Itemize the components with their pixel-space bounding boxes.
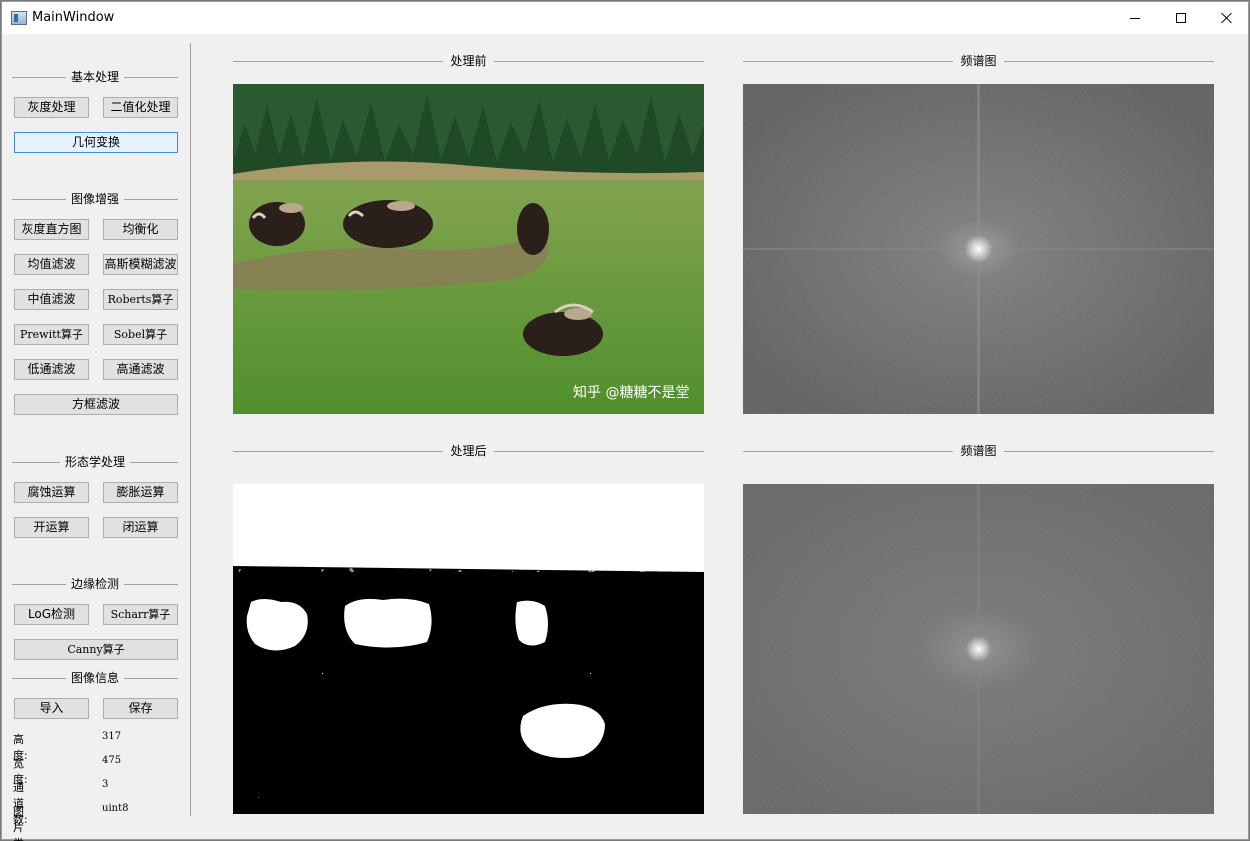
processed-image [233,484,704,814]
maximize-icon [1176,13,1186,23]
panel-label-before-spectrum: 频谱图 [953,54,1004,68]
equalize-button[interactable]: 均衡化 [103,219,178,240]
opening-button[interactable]: 开运算 [14,517,89,538]
panel-title-before-spectrum: 频谱图 [743,54,1214,68]
info-value: 317 [102,731,122,742]
log-detect-button[interactable]: LoG检测 [14,604,89,625]
panel-label-before: 处理前 [443,54,494,68]
canny-operator-button[interactable]: Canny算子 [14,639,178,660]
close-icon [1221,12,1233,24]
group-label-info: 图像信息 [65,671,124,685]
info-value: uint8 [102,803,129,814]
group-label-basic: 基本处理 [65,70,124,84]
title-bar: MainWindow [2,2,1248,34]
geometric-transform-button[interactable]: 几何变换 [14,132,178,153]
info-key: 图片类型: [13,805,24,841]
gray-histogram-button[interactable]: 灰度直方图 [14,219,89,240]
box-filter-button[interactable]: 方框滤波 [14,394,178,415]
splitter-handle[interactable] [190,43,191,816]
main-window: MainWindow 基本处理 灰度处理 二值化处理 几何变换 图像增强 灰度直… [1,1,1249,841]
app-window-icon [11,11,27,25]
mean-filter-button[interactable]: 均值滤波 [14,254,89,275]
group-title-morph: 形态学处理 [12,455,178,469]
watermark-text: 知乎 @糖糖不是堂 [573,384,689,401]
gaussian-blur-button[interactable]: 高斯模糊滤波 [103,254,178,275]
lowpass-filter-button[interactable]: 低通滤波 [14,359,89,380]
panel-title-after: 处理后 [233,444,704,458]
minimize-button[interactable] [1112,2,1158,34]
median-filter-button[interactable]: 中值滤波 [14,289,89,310]
panel-label-after: 处理后 [443,444,494,458]
panel-title-before: 处理前 [233,54,704,68]
info-value: 475 [102,755,122,766]
info-value: 3 [102,779,109,790]
import-button[interactable]: 导入 [14,698,89,719]
minimize-icon [1130,17,1140,19]
panel-label-after-spectrum: 频谱图 [953,444,1004,458]
original-image: 知乎 @糖糖不是堂 [233,84,704,414]
highpass-filter-button[interactable]: 高通滤波 [103,359,178,380]
save-button[interactable]: 保存 [103,698,178,719]
spectrum-before-image [743,84,1214,414]
roberts-operator-button[interactable]: Roberts算子 [103,289,178,310]
sobel-operator-button[interactable]: Sobel算子 [103,324,178,345]
close-button[interactable] [1204,2,1250,34]
group-title-info: 图像信息 [12,671,178,685]
binarize-button[interactable]: 二值化处理 [103,97,178,118]
erode-button[interactable]: 腐蚀运算 [14,482,89,503]
group-title-enhance: 图像增强 [12,192,178,206]
grayscale-button[interactable]: 灰度处理 [14,97,89,118]
scharr-operator-button[interactable]: Scharr算子 [103,604,178,625]
group-title-edge: 边缘检测 [12,577,178,591]
spectrum-after-image [743,484,1214,814]
maximize-button[interactable] [1158,2,1204,34]
group-title-basic: 基本处理 [12,70,178,84]
group-label-enhance: 图像增强 [65,192,124,206]
prewitt-operator-button[interactable]: Prewitt算子 [14,324,89,345]
group-label-morph: 形态学处理 [59,455,130,469]
window-title: MainWindow [32,10,115,25]
closing-button[interactable]: 闭运算 [103,517,178,538]
panel-title-after-spectrum: 频谱图 [743,444,1214,458]
group-label-edge: 边缘检测 [65,577,124,591]
dilate-button[interactable]: 膨胀运算 [103,482,178,503]
